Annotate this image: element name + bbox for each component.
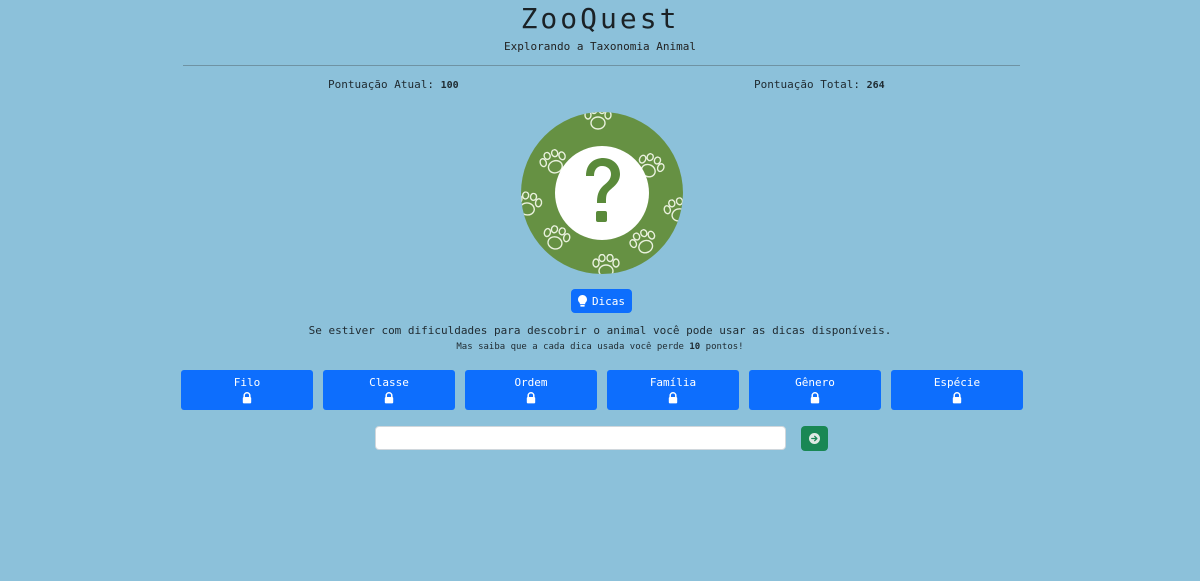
paw-print-icon [584, 112, 612, 130]
hints-penalty-points: 10 [689, 342, 701, 352]
submit-answer-button[interactable] [801, 426, 828, 451]
hints-penalty-suffix: pontos! [705, 342, 744, 352]
hints-penalty: Mas saiba que a cada dica usada você per… [0, 342, 1200, 352]
hints-button-label: Dicas [591, 294, 626, 308]
taxon-label: Classe [369, 376, 409, 389]
taxon-label: Gênero [795, 376, 835, 389]
lightbulb-icon [577, 295, 587, 307]
answer-input[interactable] [375, 426, 786, 450]
taxon-label: Ordem [514, 376, 548, 389]
current-score: Pontuação Atual: 100 [328, 78, 459, 91]
question-mark-glyph [586, 158, 620, 222]
paw-print-icon [521, 191, 543, 216]
question-mark-icon [555, 146, 649, 240]
taxon-label: Espécie [933, 376, 981, 389]
app-subtitle: Explorando a Taxonomia Animal [503, 40, 697, 53]
hints-penalty-prefix: Mas saiba que a cada dica usada você per… [456, 342, 684, 352]
taxon-button-classe[interactable]: Classe [323, 370, 455, 410]
paw-print-icon [543, 225, 571, 250]
current-score-label: Pontuação Atual: [328, 78, 434, 91]
mystery-animal-image [521, 112, 683, 274]
paw-print-icon [592, 254, 620, 274]
lock-icon [242, 392, 252, 404]
current-score-value: 100 [440, 80, 459, 91]
total-score-label: Pontuação Total: [754, 78, 860, 91]
zooquest-page: ZooQuest Explorando a Taxonomia Animal P… [0, 0, 1200, 581]
lock-icon [952, 392, 962, 404]
lock-icon [810, 392, 820, 404]
taxon-button-especie[interactable]: Espécie [891, 370, 1023, 410]
total-score: Pontuação Total: 264 [754, 78, 885, 91]
paw-print-icon [663, 197, 683, 222]
taxon-label: Filo [233, 376, 261, 389]
hints-message: Se estiver com dificuldades para descobr… [308, 324, 892, 337]
arrow-right-circle-icon [809, 433, 820, 444]
hints-button[interactable]: Dicas [571, 289, 632, 313]
header-divider [183, 65, 1020, 66]
lock-icon [668, 392, 678, 404]
taxonomy-hints: Filo Classe Ordem Família Gênero Espécie [181, 370, 1023, 410]
taxon-button-ordem[interactable]: Ordem [465, 370, 597, 410]
taxon-button-filo[interactable]: Filo [181, 370, 313, 410]
app-title: ZooQuest [520, 2, 680, 35]
taxon-button-genero[interactable]: Gênero [749, 370, 881, 410]
lock-icon [384, 392, 394, 404]
taxon-button-familia[interactable]: Família [607, 370, 739, 410]
total-score-value: 264 [866, 80, 885, 91]
taxon-label: Família [649, 376, 697, 389]
lock-icon [526, 392, 536, 404]
paw-print-icon [629, 229, 656, 254]
